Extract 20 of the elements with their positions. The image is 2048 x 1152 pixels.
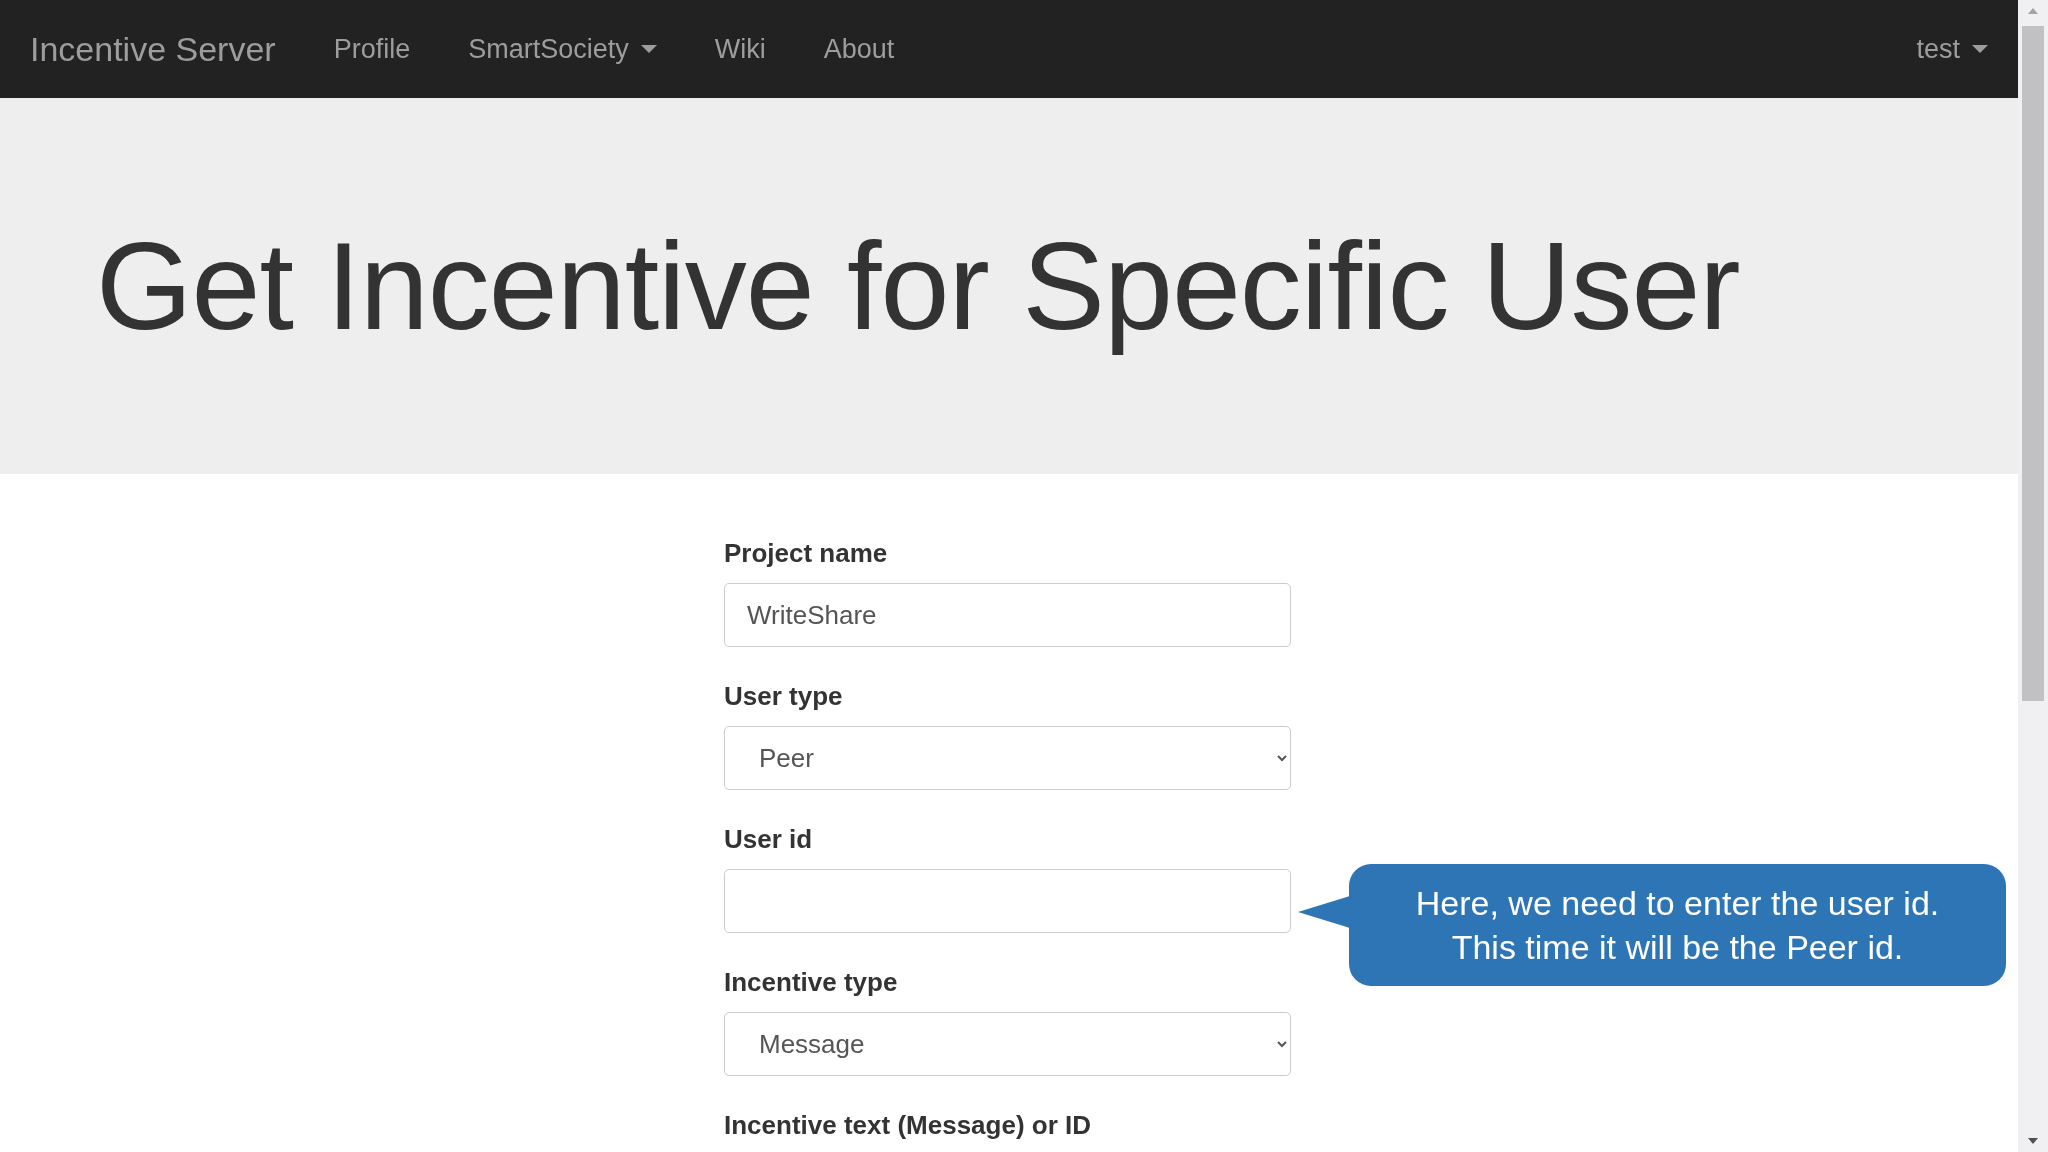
select-field[interactable]: Peer	[724, 726, 1291, 790]
field-label: Incentive text (Message) or ID	[724, 1109, 1092, 1142]
callout: Here, we need to enter the user id. This time it will be the Peer id.	[1349, 864, 2006, 986]
dropdown-link[interactable]: SmartSociety	[468, 28, 657, 70]
input-field[interactable]	[724, 869, 1291, 933]
field-label: User id	[724, 823, 814, 856]
field-label: Incentive type	[724, 966, 899, 999]
nav-link[interactable]: Wiki	[714, 28, 766, 70]
page-heading: Get Incentive for Specific User	[96, 215, 1740, 357]
nav-link[interactable]: Profile	[333, 28, 411, 70]
dropdown-link[interactable]: test	[1916, 28, 1988, 70]
field-label: Project name	[724, 537, 889, 570]
scrollbar-thumb[interactable]	[2022, 26, 2044, 701]
scrollbar[interactable]	[2018, 0, 2048, 1152]
input-field[interactable]: WriteShare	[724, 583, 1291, 647]
callout-pointer	[1298, 896, 1350, 928]
select-field[interactable]: Message	[724, 1012, 1291, 1076]
nav-link[interactable]: About	[823, 28, 895, 70]
field-label: User type	[724, 680, 844, 713]
brand-link[interactable]: Incentive Server	[30, 23, 276, 75]
